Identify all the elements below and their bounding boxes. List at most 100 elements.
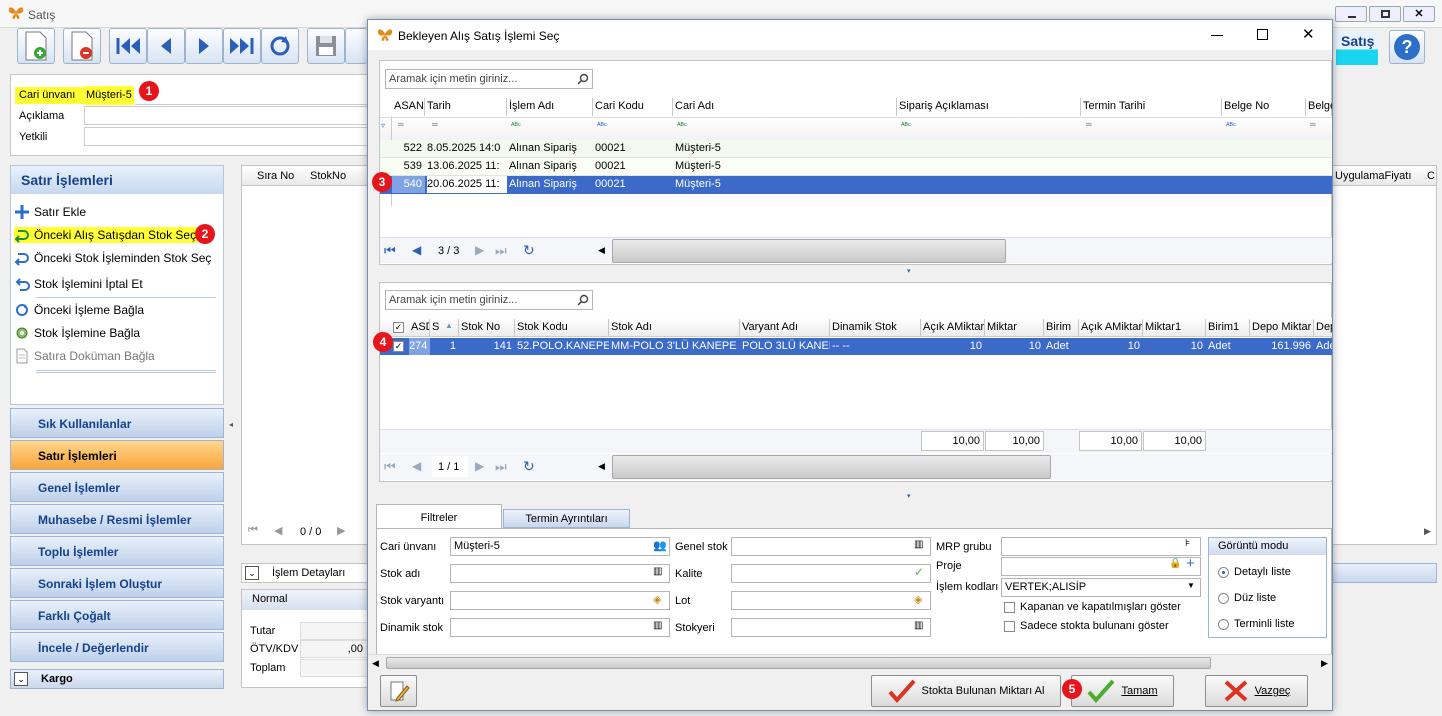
prev-page-icon[interactable]: ◀ — [412, 243, 421, 257]
grid2-col-depo[interactable]: Depo Miktar — [1250, 319, 1314, 337]
col-c[interactable]: C — [1427, 170, 1435, 182]
cari-input[interactable]: Müşteri-5 — [84, 86, 134, 105]
search-input-2[interactable]: Aramak için metin giriniz... — [385, 290, 593, 310]
filter-funnel-icon[interactable]: ▿ — [381, 121, 385, 130]
chevron-down-icon[interactable]: ▼ — [1187, 581, 1195, 590]
grid1-col-asan[interactable]: ASAN — [392, 98, 425, 116]
tamam-button[interactable]: Tamam — [1071, 675, 1174, 707]
nav-muhasebe[interactable]: Muhasebe / Resmi İşlemler — [10, 504, 224, 534]
prev-record-button[interactable] — [147, 28, 185, 64]
splitter-handle[interactable]: ◂ — [229, 420, 233, 429]
action-stok-islemine-bagla[interactable]: Stok İşlemine Bağla — [14, 325, 140, 341]
grid2-col-stok-adi[interactable]: Stok Adı — [609, 319, 740, 337]
grid2-col-dep[interactable]: Dep — [1314, 319, 1332, 337]
chk-kapanan[interactable] — [1004, 602, 1015, 613]
filter-stok-varyanti-input[interactable] — [450, 591, 670, 610]
barcode-icon[interactable]: ▥ — [914, 539, 923, 550]
islem-detaylari-bar[interactable]: ⌄ İşlem Detayları — [241, 563, 371, 583]
nav-sonraki-islem[interactable]: Sonraki İşlem Oluştur — [10, 568, 224, 598]
filter-genel-stok-input[interactable] — [731, 537, 931, 556]
dialog-close-icon[interactable]: ✕ — [1302, 25, 1315, 43]
last-page-icon[interactable]: ⏭ — [495, 243, 507, 259]
dialog-hscroll[interactable]: ◀ ▶ — [368, 654, 1332, 670]
table-row[interactable]: 522 8.05.2025 14:0 Alınan Sipariş 00021 … — [380, 140, 1332, 158]
save-close-button[interactable] — [345, 28, 367, 64]
barcode-icon[interactable]: ▥ — [653, 620, 662, 631]
search-icon[interactable] — [577, 294, 589, 306]
action-onceki-isleme-bagla[interactable]: Önceki İşleme Bağla — [14, 302, 144, 318]
filter-eq-icon[interactable]: ═ — [398, 120, 404, 129]
nav-sik-kullanilanlar[interactable]: Sık Kullanılanlar — [10, 408, 224, 438]
next-record-button[interactable] — [185, 28, 223, 64]
refresh-icon[interactable]: ↻ — [523, 242, 535, 259]
radio-detayli[interactable] — [1218, 567, 1229, 578]
col-stok-no[interactable]: StokNo — [310, 170, 346, 182]
grid2-col-miktar[interactable]: Miktar — [985, 319, 1044, 337]
tab-termin[interactable]: Termin Ayrıntıları — [503, 509, 630, 528]
grid2-col-birim1[interactable]: Birim1 — [1206, 319, 1250, 337]
table-row-selected[interactable]: ✓ 274 1 141 52.POLO.KANEPE MM-POLO 3'LÜ … — [380, 338, 1332, 355]
dialog-hscroll-thumb[interactable] — [386, 657, 1211, 669]
first-record-button[interactable] — [109, 28, 147, 64]
next-page-icon[interactable]: ▶ — [475, 243, 484, 257]
chk-sadece-stokta[interactable] — [1004, 621, 1015, 632]
grid2-col-varyant[interactable]: Varyant Adı — [740, 319, 830, 337]
tree-icon[interactable]: ⊧ — [1185, 538, 1190, 549]
grid2-select-all-checkbox[interactable]: ✓ — [393, 322, 404, 333]
stokta-bulunan-button[interactable]: Stokta Bulunan Miktarı Al — [871, 675, 1061, 707]
grid2-col-stok-kodu[interactable]: Stok Kodu — [515, 319, 609, 337]
scroll-right-icon[interactable]: ▶ — [1321, 658, 1328, 669]
save-button[interactable] — [307, 28, 345, 64]
filter-stokyeri-input[interactable] — [731, 618, 931, 637]
filter-cari-input[interactable]: Müşteri-5 — [450, 537, 670, 556]
grid1-col-belge-no[interactable]: Belge No — [1222, 98, 1306, 116]
nav-toplu-islemler[interactable]: Toplu İşlemler — [10, 536, 224, 566]
prev-page-icon[interactable]: ◀ — [412, 459, 421, 473]
filter-eq-icon[interactable]: ═ — [1086, 120, 1092, 129]
tab-filtreler[interactable]: Filtreler — [376, 504, 502, 529]
splitter-icon[interactable]: ▾ — [907, 492, 911, 500]
vazgec-button[interactable]: Vazgeç — [1205, 675, 1308, 707]
grid1-col-tarih[interactable]: Tarih — [425, 98, 507, 116]
grid1-col-cari-adi[interactable]: Cari Adı — [673, 98, 897, 116]
grid1-col-cari-kodu[interactable]: Cari Kodu — [593, 98, 673, 116]
nav-satir-islemleri[interactable]: Satır İşlemleri — [10, 440, 224, 470]
grid2-col-miktar1[interactable]: Miktar1 — [1143, 319, 1206, 337]
filter-abc-icon[interactable]: ᴬᴮᶜ — [1226, 121, 1236, 130]
cari-input-field[interactable] — [135, 86, 370, 105]
dialog-minimize-icon[interactable] — [1211, 35, 1223, 36]
filter-abc-icon[interactable]: ᴬᴮᶜ — [677, 121, 687, 130]
grid2-hscroll-thumb[interactable] — [612, 455, 1051, 479]
nav-farkli-cogalt[interactable]: Farklı Çoğalt — [10, 600, 224, 630]
splitter-icon[interactable]: ▾ — [907, 267, 911, 275]
scroll-left-icon[interactable]: ◀ — [598, 245, 605, 256]
grid2-col-acik[interactable]: Açık AMiktar — [921, 319, 985, 337]
barcode-icon[interactable]: ▥ — [653, 566, 662, 577]
grid1-col-siparis[interactable]: Sipariş Açıklaması — [897, 98, 1081, 116]
action-satir-ekle[interactable]: Satır Ekle — [14, 204, 86, 220]
radio-terminli[interactable] — [1218, 619, 1229, 630]
next-page-icon[interactable]: ▶ — [337, 524, 345, 537]
aciklama-input[interactable] — [84, 106, 370, 125]
yetkili-input[interactable] — [84, 127, 370, 146]
row-checkbox[interactable]: ✓ — [393, 341, 404, 352]
filter-kalite-input[interactable] — [731, 564, 931, 583]
scroll-right-icon[interactable]: ▶ — [1424, 526, 1431, 537]
radio-duz[interactable] — [1218, 593, 1229, 604]
minimize-button[interactable] — [1335, 6, 1367, 22]
filter-dinamik-input[interactable] — [450, 618, 670, 637]
search-icon[interactable] — [577, 73, 589, 85]
last-page-icon[interactable]: ⏭ — [495, 459, 507, 475]
action-onceki-stok-islem[interactable]: Önceki Stok İşleminden Stok Seç — [14, 250, 211, 266]
action-stok-iptal[interactable]: Stok İşlemini İptal Et — [14, 276, 143, 292]
help-button[interactable]: ? — [1389, 30, 1425, 64]
tag-icon[interactable]: ◈ — [653, 593, 661, 606]
table-row[interactable]: 539 13.06.2025 11: Alınan Sipariş 00021 … — [380, 158, 1332, 176]
normal-tab[interactable]: Normal — [242, 590, 370, 610]
grid1-col-termin[interactable]: Termin Tarihi — [1081, 98, 1222, 116]
filter-lot-input[interactable] — [731, 591, 931, 610]
nav-kargo[interactable]: ⌄ Kargo — [10, 669, 224, 689]
check-icon[interactable]: ✓ — [914, 565, 924, 579]
nav-genel-islemler[interactable]: Genel İşlemler — [10, 472, 224, 502]
first-page-icon[interactable]: ⏮ — [384, 243, 396, 259]
